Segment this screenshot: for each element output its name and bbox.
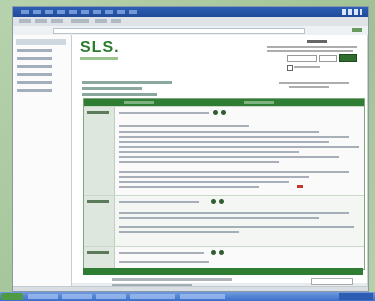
window-title [21,10,141,14]
username-input[interactable] [287,55,317,62]
taskbar-item[interactable] [28,294,58,299]
start-button[interactable] [1,293,23,300]
menu-help[interactable] [111,19,121,23]
breadcrumbs [82,81,202,99]
highlight-tag [297,185,303,188]
taskbar-item[interactable] [62,294,92,299]
title-bar [13,7,368,17]
sidebar-item[interactable] [17,65,52,71]
menu-file[interactable] [19,19,31,23]
go-button[interactable] [352,28,362,32]
sidebar-item[interactable] [17,89,52,95]
password-input[interactable] [319,55,337,62]
sidebar-item[interactable] [17,73,52,79]
menu-tools[interactable] [95,19,107,23]
taskbar-item[interactable] [180,294,225,299]
logo-tagline [80,57,118,60]
taskbar [0,292,375,301]
login-links[interactable] [289,86,329,88]
sidebar-item[interactable] [17,49,52,55]
menu-favorites[interactable] [71,19,89,23]
table-footer [83,268,363,275]
sidebar-header [16,39,66,45]
sidebar-item[interactable] [17,57,52,63]
quote-icon[interactable] [221,110,226,115]
taskbar-item[interactable] [96,294,126,299]
bottom-link[interactable] [112,278,232,281]
quote-icon[interactable] [219,250,224,255]
reply-icon[interactable] [211,250,216,255]
login-panel [267,40,357,92]
status-bar [13,286,368,291]
menu-view[interactable] [51,19,63,23]
login-title [307,40,327,43]
login-button[interactable] [339,54,357,62]
address-input[interactable] [53,28,305,34]
login-links[interactable] [279,82,349,84]
sidebar-item[interactable] [17,81,52,87]
row-message [115,196,364,246]
breadcrumb-link[interactable] [82,81,172,84]
table-row [84,195,364,246]
row-author [84,196,115,246]
remember-checkbox[interactable] [287,65,293,71]
row-message [115,107,364,195]
browser-window: SLS. [12,6,369,292]
menu-edit[interactable] [35,19,47,23]
jump-to-select[interactable] [311,278,353,285]
reply-icon[interactable] [213,110,218,115]
breadcrumb-link[interactable] [82,93,157,96]
remember-label [294,66,320,68]
forum-table [83,98,365,271]
table-row [84,106,364,195]
system-tray [339,293,373,300]
quote-icon[interactable] [219,199,224,204]
login-note [267,50,353,52]
main-content: SLS. [72,35,367,287]
window-controls[interactable] [342,9,362,15]
sidebar [13,35,72,287]
breadcrumb-link[interactable] [82,87,142,90]
site-logo[interactable]: SLS. [80,39,120,57]
reply-icon[interactable] [211,199,216,204]
table-header [84,99,364,106]
row-author [84,107,115,195]
taskbar-item[interactable] [130,294,175,299]
login-note [267,46,357,48]
